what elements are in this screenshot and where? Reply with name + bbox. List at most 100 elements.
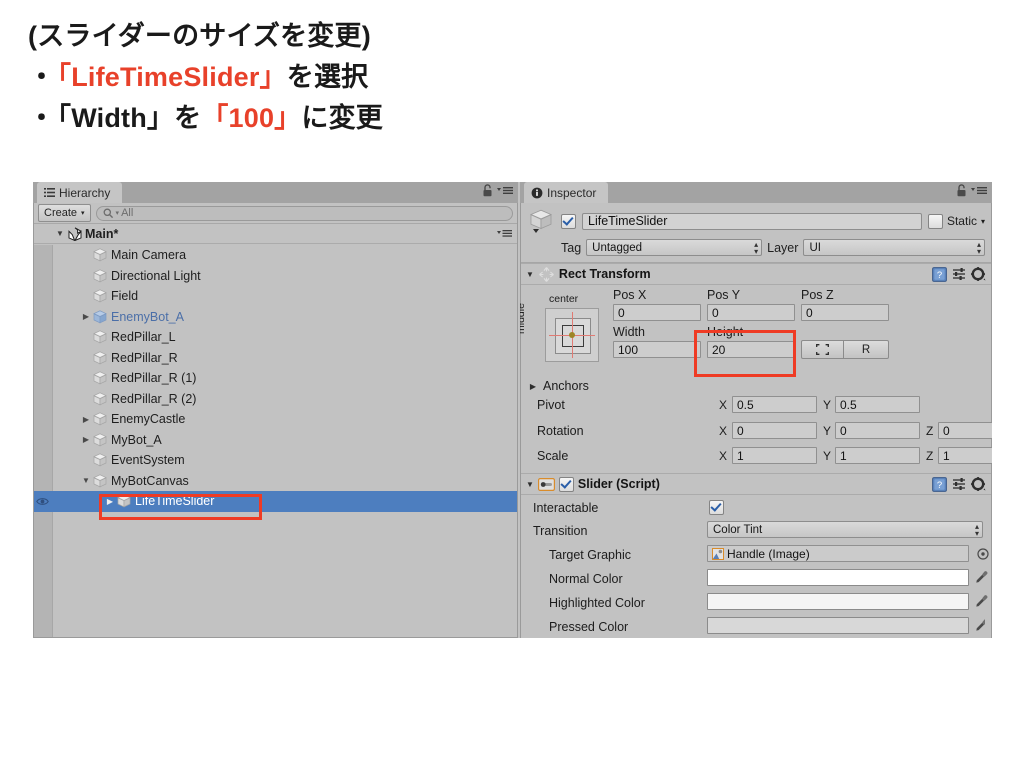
eyedropper-icon[interactable] — [975, 618, 985, 632]
hierarchy-item-label: EnemyBot_A — [111, 309, 184, 324]
gameobject-cube-icon — [92, 473, 108, 489]
lock-icon[interactable] — [482, 184, 493, 197]
anchors-label: Anchors — [543, 379, 589, 393]
rect-transform-header[interactable]: ▼ Rect Transform ? — [521, 263, 991, 285]
tag-dropdown[interactable]: Untagged ▴ ▾ — [586, 239, 763, 256]
lock-icon[interactable] — [956, 184, 967, 197]
normal-color-swatch[interactable] — [707, 569, 969, 586]
panel-menu-icon[interactable] — [971, 186, 987, 195]
hierarchy-item-enemybot-a[interactable]: ▶ EnemyBot_A — [34, 307, 517, 328]
scale-z-value: 1 — [943, 448, 950, 463]
chevron-right-icon[interactable]: ▶ — [80, 312, 92, 321]
eyedropper-icon[interactable] — [975, 570, 989, 584]
hierarchy-item-eventsystem[interactable]: EventSystem — [34, 450, 517, 471]
height-input[interactable]: 20 — [707, 341, 795, 358]
tab-inspector[interactable]: Inspector — [524, 182, 609, 203]
pos-x-input[interactable]: 0 — [613, 304, 701, 321]
chevron-right-icon[interactable]: ▶ — [80, 415, 92, 424]
slider-component-header[interactable]: ▼ Slider (Script) ? — [521, 473, 991, 495]
interactable-checkbox[interactable] — [709, 500, 724, 515]
hierarchy-icon — [44, 187, 55, 198]
scale-y-input[interactable]: 1 — [835, 447, 920, 464]
hierarchy-item-redpillar-l[interactable]: RedPillar_L — [34, 327, 517, 348]
hierarchy-item-field[interactable]: Field — [34, 286, 517, 307]
highlighted-color-row: Highlighted Color — [527, 593, 988, 617]
rotation-x-axis-label: X — [719, 424, 728, 438]
chevron-down-icon[interactable]: ▼ — [526, 480, 534, 489]
hierarchy-item-enemycastle[interactable]: ▶ EnemyCastle — [34, 409, 517, 430]
anchors-foldout[interactable]: ▶ Anchors — [527, 376, 985, 396]
rotation-y-input[interactable]: 0 — [835, 422, 920, 439]
create-button[interactable]: Create ▾ — [38, 204, 91, 222]
target-graphic-object-field[interactable]: Handle (Image) — [707, 545, 969, 562]
eyedropper-icon[interactable] — [975, 594, 989, 608]
pressed-color-row: Pressed Color — [527, 617, 985, 638]
chevron-down-icon[interactable]: ▼ — [526, 270, 534, 279]
rotation-z-axis-label: Z — [926, 424, 934, 438]
preset-icon[interactable] — [952, 267, 966, 281]
visibility-eye-icon[interactable] — [36, 497, 50, 506]
pivot-x-input[interactable]: 0.5 — [732, 396, 817, 413]
anchor-preset-widget[interactable] — [545, 308, 599, 362]
width-label: Width — [613, 325, 645, 339]
scale-z-axis-label: Z — [926, 449, 934, 463]
gear-icon[interactable] — [971, 476, 986, 492]
scale-x-value: 1 — [737, 448, 744, 463]
raw-edit-button[interactable]: R — [844, 340, 889, 359]
hierarchy-item-mybotcanvas[interactable]: ▼ MyBotCanvas — [34, 471, 517, 492]
preset-icon[interactable] — [952, 477, 966, 491]
width-value: 100 — [618, 342, 639, 357]
chevron-down-icon[interactable]: ▼ — [80, 476, 92, 485]
chevron-right-icon[interactable]: ▶ — [80, 435, 92, 444]
inspector-name-row: LifeTimeSlider Static ▾ — [527, 208, 985, 234]
svg-text:?: ? — [937, 480, 942, 491]
hierarchy-item-lifetimeslider[interactable]: ▶ LifeTimeSlider — [34, 491, 517, 512]
tab-hierarchy[interactable]: Hierarchy — [37, 182, 123, 203]
hierarchy-item-main-camera[interactable]: Main Camera — [34, 245, 517, 266]
rotation-y-value: 0 — [840, 423, 847, 438]
chevron-right-icon[interactable]: ▶ — [104, 497, 116, 506]
unity-scene-icon — [68, 226, 82, 241]
rotation-y-axis-label: Y — [823, 424, 832, 438]
scale-z-input[interactable]: 1 — [938, 447, 992, 464]
pressed-color-swatch[interactable] — [707, 617, 969, 634]
pivot-x-axis-label: X — [719, 398, 728, 412]
highlighted-color-swatch[interactable] — [707, 593, 969, 610]
rotation-z-input[interactable]: 0 — [938, 422, 992, 439]
hierarchy-item-redpillar-r-1[interactable]: RedPillar_R (1) — [34, 368, 517, 389]
svg-text:?: ? — [937, 270, 942, 281]
scale-x-input[interactable]: 1 — [732, 447, 817, 464]
chevron-right-icon: ▶ — [529, 381, 537, 391]
help-icon[interactable]: ? — [932, 266, 947, 282]
rotation-x-input[interactable]: 0 — [732, 422, 817, 439]
slider-enabled-checkbox[interactable] — [558, 476, 574, 492]
blueprint-mode-button[interactable] — [801, 340, 844, 359]
gear-icon[interactable] — [971, 266, 986, 282]
pivot-label: Pivot — [537, 398, 565, 412]
rect-transform-title: Rect Transform — [558, 267, 651, 281]
transition-dropdown[interactable]: Color Tint ▴ ▾ — [707, 521, 983, 538]
hierarchy-item-redpillar-r-2[interactable]: RedPillar_R (2) — [34, 389, 517, 410]
search-input[interactable]: ▾ All — [95, 205, 513, 221]
object-picker-icon[interactable] — [977, 548, 989, 560]
hierarchy-item-directional-light[interactable]: Directional Light — [34, 266, 517, 287]
hierarchy-item-mybot-a[interactable]: ▶ MyBot_A — [34, 430, 517, 451]
static-checkbox[interactable] — [927, 213, 943, 229]
help-icon[interactable]: ? — [932, 476, 947, 492]
chevron-down-icon[interactable]: ▾ — [981, 217, 985, 226]
pos-z-label: Pos Z — [801, 288, 834, 302]
gameobject-name-input[interactable]: LifeTimeSlider — [582, 212, 922, 230]
hierarchy-item-label: RedPillar_R (1) — [111, 371, 197, 386]
panel-menu-icon[interactable] — [497, 186, 513, 195]
scene-menu-icon[interactable] — [497, 229, 512, 238]
width-input[interactable]: 100 — [613, 341, 701, 358]
pos-z-input[interactable]: 0 — [801, 304, 889, 321]
gameobject-enabled-checkbox[interactable] — [561, 213, 576, 229]
pivot-y-input[interactable]: 0.5 — [835, 396, 920, 413]
hierarchy-item-redpillar-r[interactable]: RedPillar_R — [34, 348, 517, 369]
pos-y-input[interactable]: 0 — [707, 304, 795, 321]
chevron-down-icon[interactable]: ▼ — [52, 229, 68, 238]
scene-row-main[interactable]: ▼ Main* — [34, 224, 517, 244]
layer-dropdown[interactable]: UI ▴ ▾ — [803, 239, 985, 256]
gameobject-cube-icon — [92, 391, 108, 407]
